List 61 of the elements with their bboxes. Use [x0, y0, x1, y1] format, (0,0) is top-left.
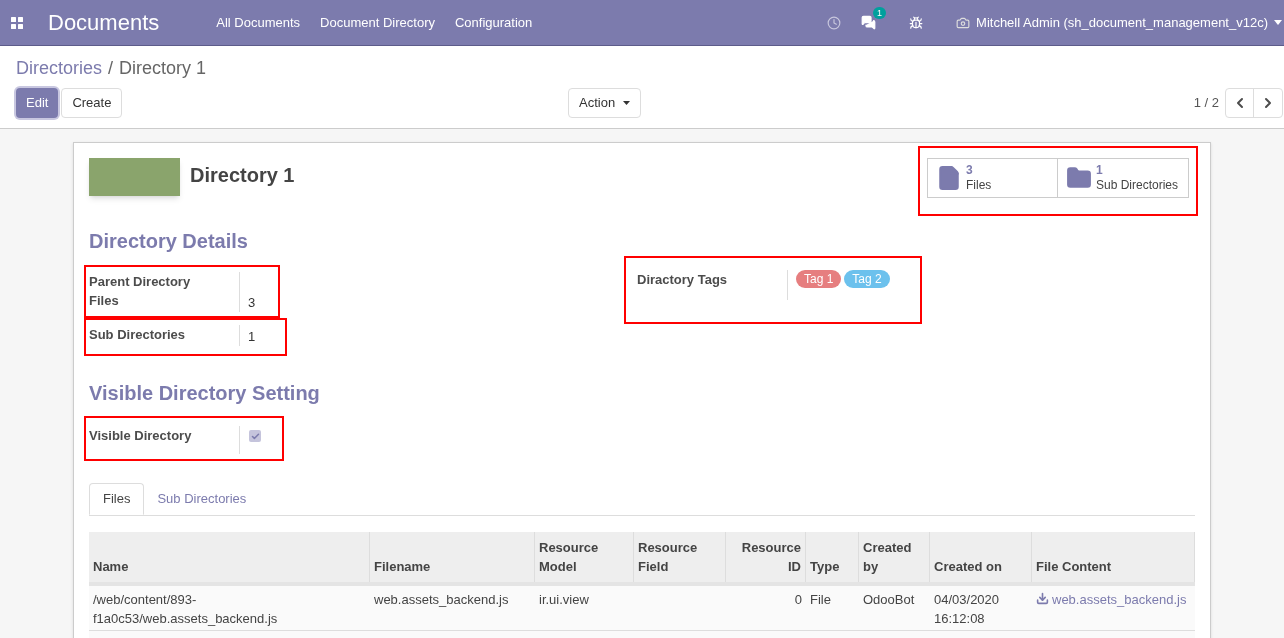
smart-button-label: Sub Directories — [1096, 178, 1179, 193]
download-icon[interactable] — [1036, 592, 1049, 605]
column-header: Resource ID — [726, 532, 806, 582]
menu-link[interactable]: All Documents — [216, 12, 301, 33]
field-value: 3 — [248, 294, 256, 312]
visible-checkbox[interactable] — [249, 430, 261, 442]
smart-button-label: Files — [966, 178, 992, 193]
chat-bubbles-icon[interactable] — [861, 15, 877, 30]
edit-button[interactable]: Edit — [16, 88, 59, 118]
column-header: Name — [89, 532, 370, 582]
table-row[interactable]: /web/content/893-f1a0c53/web.assets_backend.js web.assets_backend.js ir.ui.view 0 File OdooBot 04/03/2020 16:12:08 web.assets_backend.js — [89, 586, 1195, 631]
file-icon — [936, 165, 962, 191]
notebook-tab[interactable]: Files — [89, 483, 145, 515]
field-value: 1 — [248, 328, 256, 346]
caret-icon — [623, 101, 631, 105]
column-header: Created by — [859, 532, 930, 582]
table-cell: ir.ui.view — [539, 592, 589, 607]
table-cell: 04/03/2020 16:12:08 — [934, 592, 1000, 626]
debug-bug-icon[interactable] — [909, 15, 924, 30]
field-label: Visible Directory — [89, 427, 193, 445]
column-header: Filename — [370, 532, 535, 582]
action-dropdown[interactable]: Action — [568, 88, 642, 118]
menu-link[interactable]: Document Directory — [320, 12, 435, 33]
user-menu[interactable]: Mitchell Admin (sh_document_management_v12c) — [976, 12, 1268, 33]
activity-clock-icon[interactable] — [827, 15, 842, 30]
record-title: Directory 1 — [190, 163, 295, 188]
column-header: Created on — [930, 532, 1032, 582]
tag-badge: Tag 1 — [796, 270, 842, 288]
pager-value: 1 / 2 — [1193, 94, 1219, 113]
column-header: Resource Model — [535, 532, 634, 582]
table-cell: /web/content/893-f1a0c53/web.assets_backend.js — [93, 592, 278, 626]
field-label: Parent Directory — [89, 273, 192, 291]
notebook-tab[interactable]: Sub Directories — [144, 483, 260, 515]
section-heading: Directory Details — [89, 229, 249, 254]
field-label: Diractory Tags — [637, 271, 729, 289]
folder-icon — [1066, 165, 1092, 191]
table-cell: OdooBot — [863, 592, 915, 607]
create-button[interactable]: Create — [61, 88, 123, 118]
smart-button-count: 3 — [966, 163, 974, 178]
smart-button[interactable]: 3 Files — [927, 158, 1058, 198]
section-heading: Visible Directory Setting — [89, 381, 321, 406]
menu-link[interactable]: Configuration — [454, 12, 533, 33]
column-header: Type — [806, 532, 859, 582]
message-count-badge: 1 — [873, 7, 887, 19]
table-cell: 0 — [794, 592, 802, 607]
breadcrumb-separator: / — [108, 56, 114, 80]
field-label: Sub Directories — [89, 326, 187, 344]
field-label: Files — [89, 292, 120, 310]
table-cell: web.assets_backend.js — [374, 592, 509, 607]
breadcrumb-link[interactable]: Directories — [16, 54, 103, 82]
app-title: Documents — [48, 9, 160, 37]
breadcrumb-current: Directory 1 — [119, 56, 207, 80]
smart-button-count: 1 — [1096, 163, 1104, 178]
caret-icon — [1274, 20, 1282, 25]
column-header: Resource Field — [634, 532, 726, 582]
column-header: File Content — [1032, 532, 1195, 582]
apps-menu-icon[interactable] — [11, 16, 23, 29]
file-download-link[interactable]: web.assets_backend.js — [1052, 590, 1187, 609]
smart-button[interactable]: 1 Sub Directories — [1058, 158, 1189, 198]
tag-badge: Tag 2 — [844, 270, 890, 288]
table-cell: File — [810, 592, 831, 607]
